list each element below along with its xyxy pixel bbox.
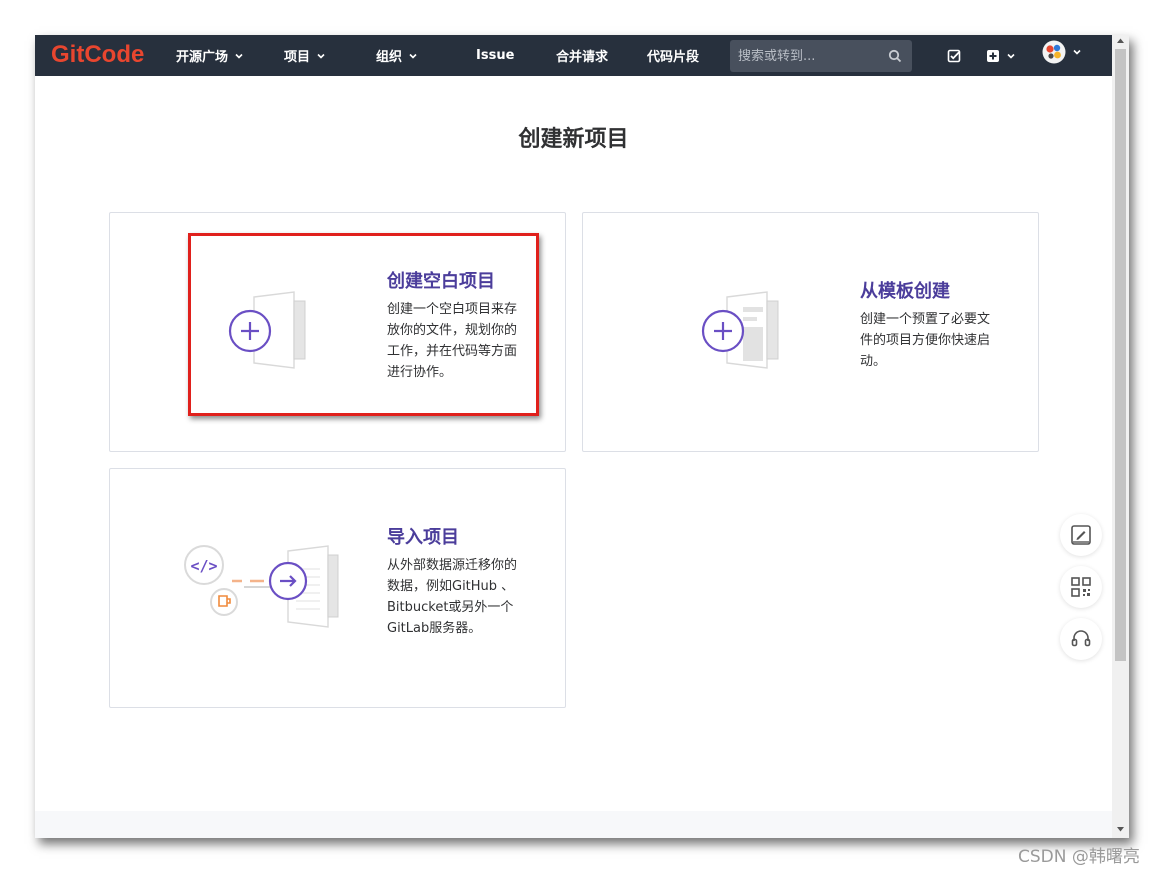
create-new-button[interactable] xyxy=(986,47,1016,65)
nav-issue[interactable]: Issue xyxy=(476,35,514,76)
user-menu[interactable] xyxy=(1042,40,1082,64)
nav-projects-label: 项目 xyxy=(284,50,311,65)
support-button[interactable] xyxy=(1060,618,1102,660)
chevron-down-icon xyxy=(1073,49,1081,55)
watermark: CSDN @韩曙亮 xyxy=(1018,847,1140,867)
feedback-icon xyxy=(1071,525,1091,545)
search-input[interactable] xyxy=(730,40,888,72)
card-from-template-description: 创建一个预置了必要文件的项目方便你快速启动。 xyxy=(860,312,991,369)
import-project-illustration: </> xyxy=(184,545,339,628)
card-from-template[interactable]: 从模板创建 创建一个预置了必要文件的项目方便你快速启动。 xyxy=(582,212,1039,452)
search-box xyxy=(730,40,912,72)
page-footer xyxy=(35,811,1112,838)
chevron-down-icon xyxy=(317,53,325,59)
card-import-project-description: 从外部数据源迁移你的数据，例如GitHub 、 Bitbucket或另外一个Gi… xyxy=(387,558,518,636)
logo-text: GitCode xyxy=(51,41,145,68)
qrcode-icon xyxy=(1071,577,1091,597)
chevron-down-icon xyxy=(409,53,417,59)
chevron-down-icon xyxy=(1007,53,1015,59)
feedback-button[interactable] xyxy=(1060,514,1102,556)
vertical-scrollbar[interactable] xyxy=(1112,35,1129,838)
nav-explore[interactable]: 开源广场 xyxy=(176,35,244,76)
avatar xyxy=(1042,40,1066,64)
nav-merge-requests-label: 合并请求 xyxy=(556,50,609,65)
template-project-illustration xyxy=(701,291,779,369)
gitcode-logo[interactable]: GitCode xyxy=(51,41,144,69)
main-content: 创建新项目 创建空白项目 创建一个空白项目来存放你的文件，规划你的工作，并在代码… xyxy=(35,76,1112,811)
page-title: 创建新项目 xyxy=(518,127,629,152)
nav-groups-label: 组织 xyxy=(376,50,403,65)
top-navbar: GitCode 开源广场 项目 组织 Issue 合并请求 代码片段 xyxy=(35,35,1112,76)
browser-window: GitCode 开源广场 项目 组织 Issue 合并请求 代码片段 搜索或转到… xyxy=(35,35,1129,838)
nav-groups[interactable]: 组织 xyxy=(376,35,418,76)
card-import-project-title: 导入项目 xyxy=(387,527,459,548)
scroll-up-arrow-icon[interactable] xyxy=(1117,38,1124,44)
card-from-template-title: 从模板创建 xyxy=(860,281,950,302)
nav-snippets[interactable]: 代码片段 xyxy=(647,35,699,76)
scroll-down-arrow-icon[interactable] xyxy=(1117,826,1124,832)
highlight-annotation-box xyxy=(188,233,539,416)
nav-issue-label: Issue xyxy=(476,48,515,63)
chevron-down-icon xyxy=(235,53,243,59)
nav-merge-requests[interactable]: 合并请求 xyxy=(556,35,608,76)
nav-projects[interactable]: 项目 xyxy=(284,35,326,76)
card-import-project[interactable]: </> 导入项目 从外部数据源迁移你的数据，例如GitHub 、 Bitbuck… xyxy=(109,468,566,708)
support-headset-icon xyxy=(1071,630,1091,647)
search-icon[interactable] xyxy=(888,49,902,63)
scrollbar-thumb[interactable] xyxy=(1115,49,1126,661)
nav-snippets-label: 代码片段 xyxy=(647,50,700,65)
todo-button[interactable] xyxy=(947,47,961,65)
qrcode-button[interactable] xyxy=(1060,566,1102,608)
create-new-icon xyxy=(987,50,999,62)
nav-explore-label: 开源广场 xyxy=(176,50,229,65)
todo-icon xyxy=(947,49,961,63)
svg-text:</>: </> xyxy=(190,557,217,575)
